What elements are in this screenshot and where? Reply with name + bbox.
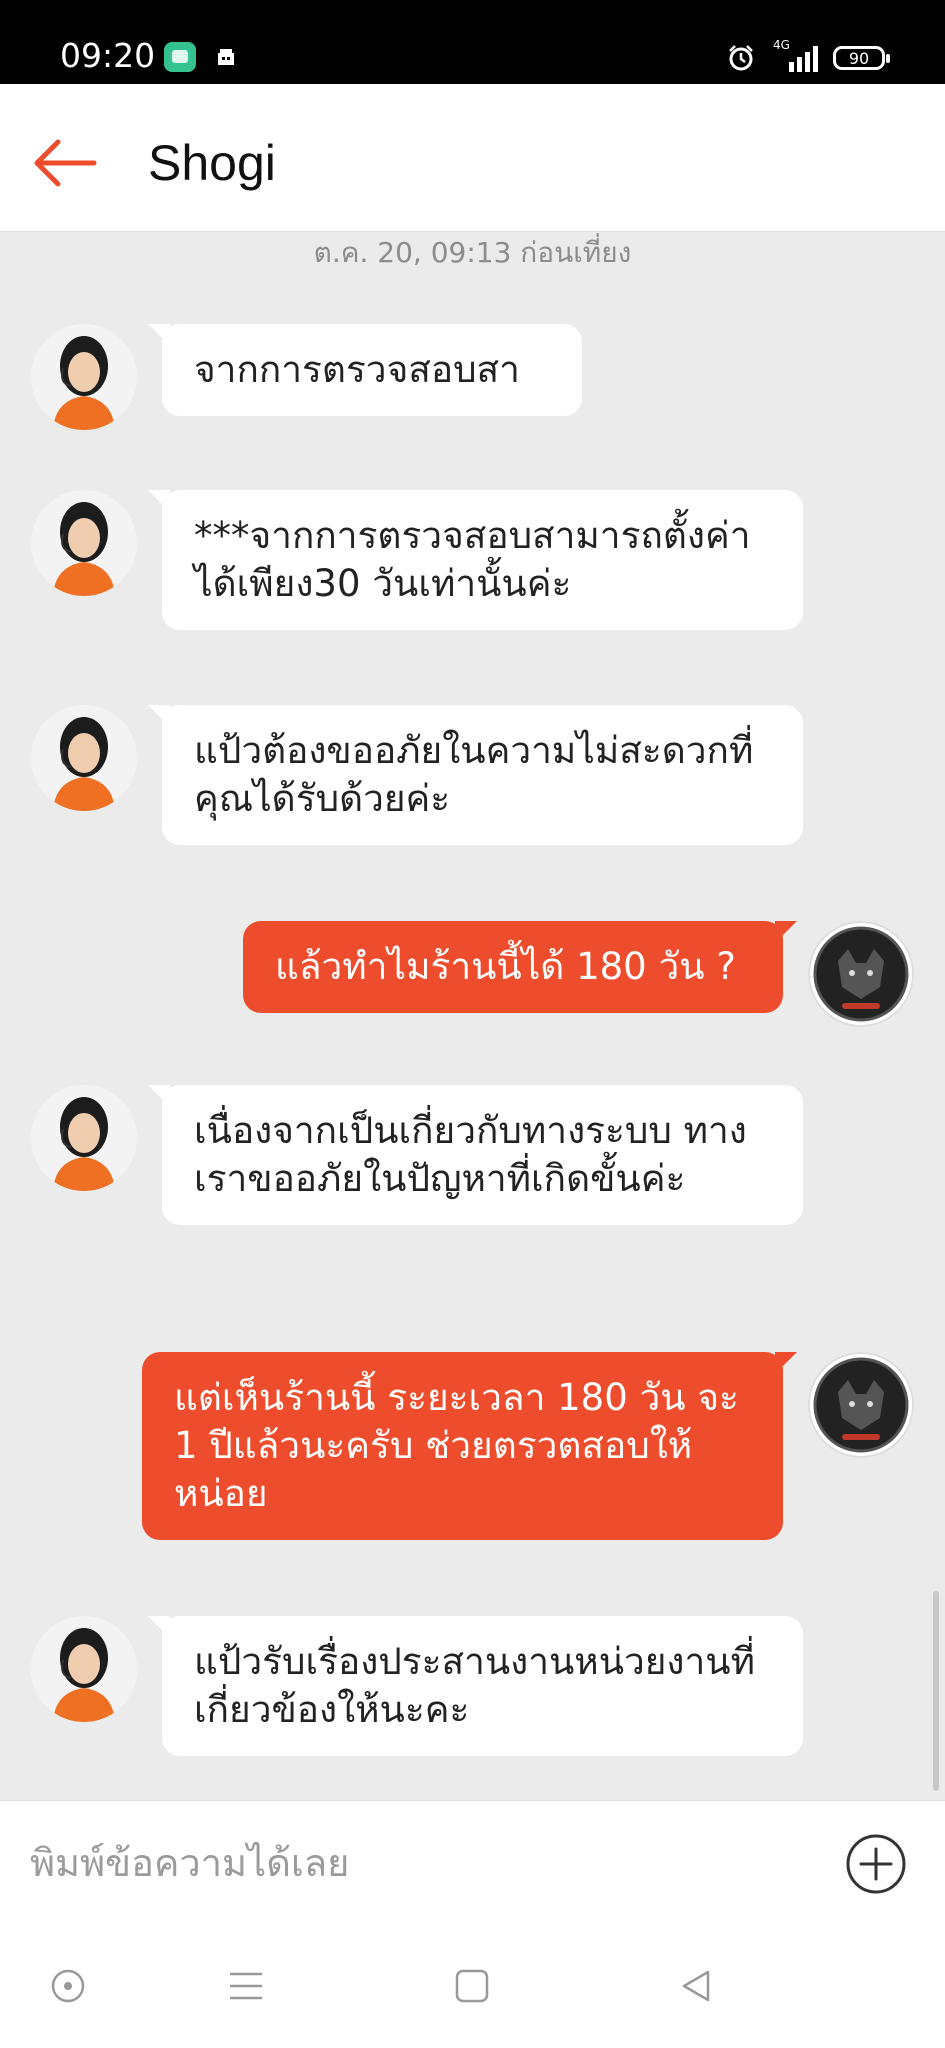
menu-icon[interactable] (226, 1966, 266, 2006)
agent-avatar[interactable] (31, 490, 137, 596)
assistant-icon[interactable] (48, 1966, 88, 2006)
status-time: 09:20 (60, 36, 156, 75)
chat-messages[interactable]: ต.ค. 20, 09:13 ก่อนเที่ยง จากการตรวจสอบส… (0, 231, 945, 1800)
message-input[interactable] (30, 1825, 810, 1901)
user-avatar[interactable] (808, 1352, 914, 1458)
agent-avatar[interactable] (31, 324, 137, 430)
message-bubble-agent: ***จากการตรวจสอบสามารถตั้งค่าได้เพียง30 … (148, 490, 803, 630)
battery-icon: 90 (833, 46, 890, 70)
chat-title: Shogi (148, 135, 276, 191)
chat-scrollbar[interactable] (933, 1591, 939, 1791)
message-bubble-agent: เนื่องจากเป็นเกี่ยวกับทางระบบ ทางเราขออภ… (148, 1085, 803, 1225)
home-icon[interactable] (452, 1966, 492, 2006)
message-composer (0, 1800, 945, 1925)
shop-icon (218, 49, 234, 65)
battery-level: 90 (848, 49, 870, 68)
back-icon[interactable] (676, 1966, 716, 2006)
chat-header: Shogi (0, 84, 945, 232)
agent-avatar[interactable] (31, 1616, 137, 1722)
message-bubble-agent: จากการตรวจสอบสา (148, 324, 582, 416)
message-bubble-agent: แป้วรับเรื่องประสานงานหน่วยงานที่เกี่ยวข… (148, 1616, 803, 1756)
system-nav-bar (0, 1924, 945, 2048)
status-bar: 09:20 4G 90 (0, 0, 945, 84)
alarm-icon (729, 45, 753, 71)
message-bubble-user: แล้วทำไมร้านนี้ได้ 180 วัน ? (243, 921, 797, 1013)
user-avatar[interactable] (808, 921, 914, 1027)
agent-avatar[interactable] (31, 705, 137, 811)
message-timestamp: ต.ค. 20, 09:13 ก่อนเที่ยง (313, 236, 632, 269)
chat-app-icon (164, 42, 196, 72)
back-arrow-icon[interactable] (30, 128, 100, 198)
agent-avatar[interactable] (31, 1085, 137, 1191)
network-type: 4G (773, 38, 790, 52)
message-bubble-agent: แป้วต้องขออภัยในความไม่สะดวกที่คุณได้รับ… (148, 705, 803, 845)
plus-circle-icon[interactable] (845, 1833, 907, 1895)
message-bubble-user: แต่เห็นร้านนี้ ระยะเวลา 180 วัน จะ 1 ปีแ… (142, 1352, 797, 1540)
signal-icon: 4G (769, 38, 819, 76)
